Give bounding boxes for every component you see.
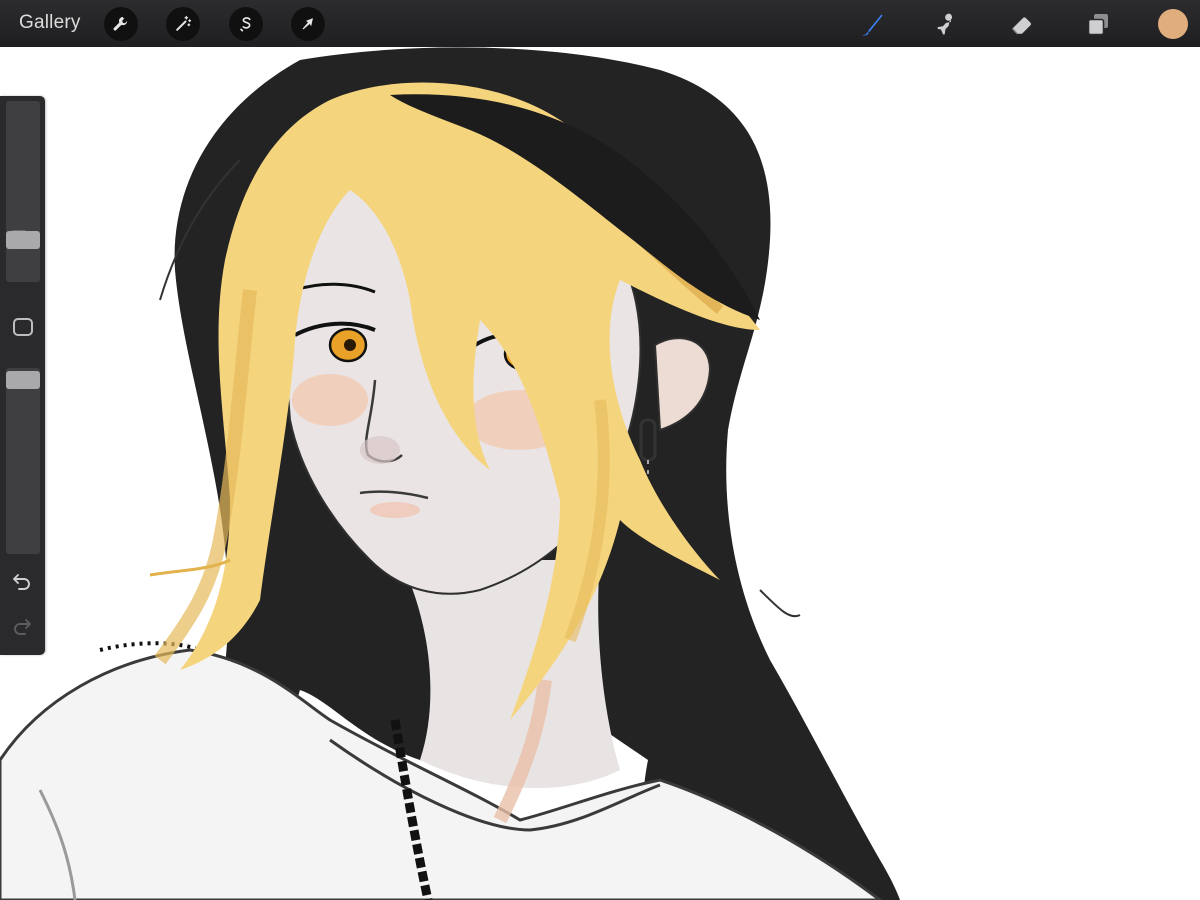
- actions-button[interactable]: [104, 7, 138, 41]
- brush-sidebar: [0, 96, 45, 655]
- transform-button[interactable]: [291, 7, 325, 41]
- selection-button[interactable]: [229, 7, 263, 41]
- eraser-icon: [1011, 17, 1031, 35]
- transform-arrow-icon: [302, 18, 313, 30]
- undo-icon[interactable]: [10, 569, 34, 593]
- adjustments-button[interactable]: [166, 7, 200, 41]
- brush-size-slider[interactable]: [6, 101, 40, 282]
- top-toolbar: Gallery: [0, 0, 1200, 47]
- modify-square-icon[interactable]: [13, 318, 33, 336]
- drawing-canvas[interactable]: [0, 47, 1200, 900]
- left-pupil: [344, 339, 356, 351]
- nose-shadow: [360, 436, 400, 464]
- wrench-icon: [113, 16, 128, 31]
- smudge-icon: [937, 13, 952, 35]
- opacity-thumb[interactable]: [6, 371, 40, 390]
- gallery-button[interactable]: Gallery: [19, 12, 81, 34]
- color-swatch-button[interactable]: [1158, 9, 1188, 39]
- layers-icon: [1087, 14, 1108, 36]
- lower-lip: [370, 502, 420, 518]
- brush-size-thumb[interactable]: [6, 231, 40, 250]
- redo-icon[interactable]: [10, 614, 34, 638]
- magic-wand-icon: [176, 15, 192, 31]
- smudge-tool-button[interactable]: [930, 8, 962, 40]
- paint-tool-button[interactable]: [856, 8, 888, 40]
- eraser-tool-button[interactable]: [1006, 8, 1038, 40]
- layers-tool-button[interactable]: [1082, 8, 1114, 40]
- opacity-slider[interactable]: [6, 368, 40, 554]
- brush-icon: [862, 14, 883, 36]
- cheek-blush-left: [292, 374, 368, 426]
- selection-s-icon: [240, 17, 251, 32]
